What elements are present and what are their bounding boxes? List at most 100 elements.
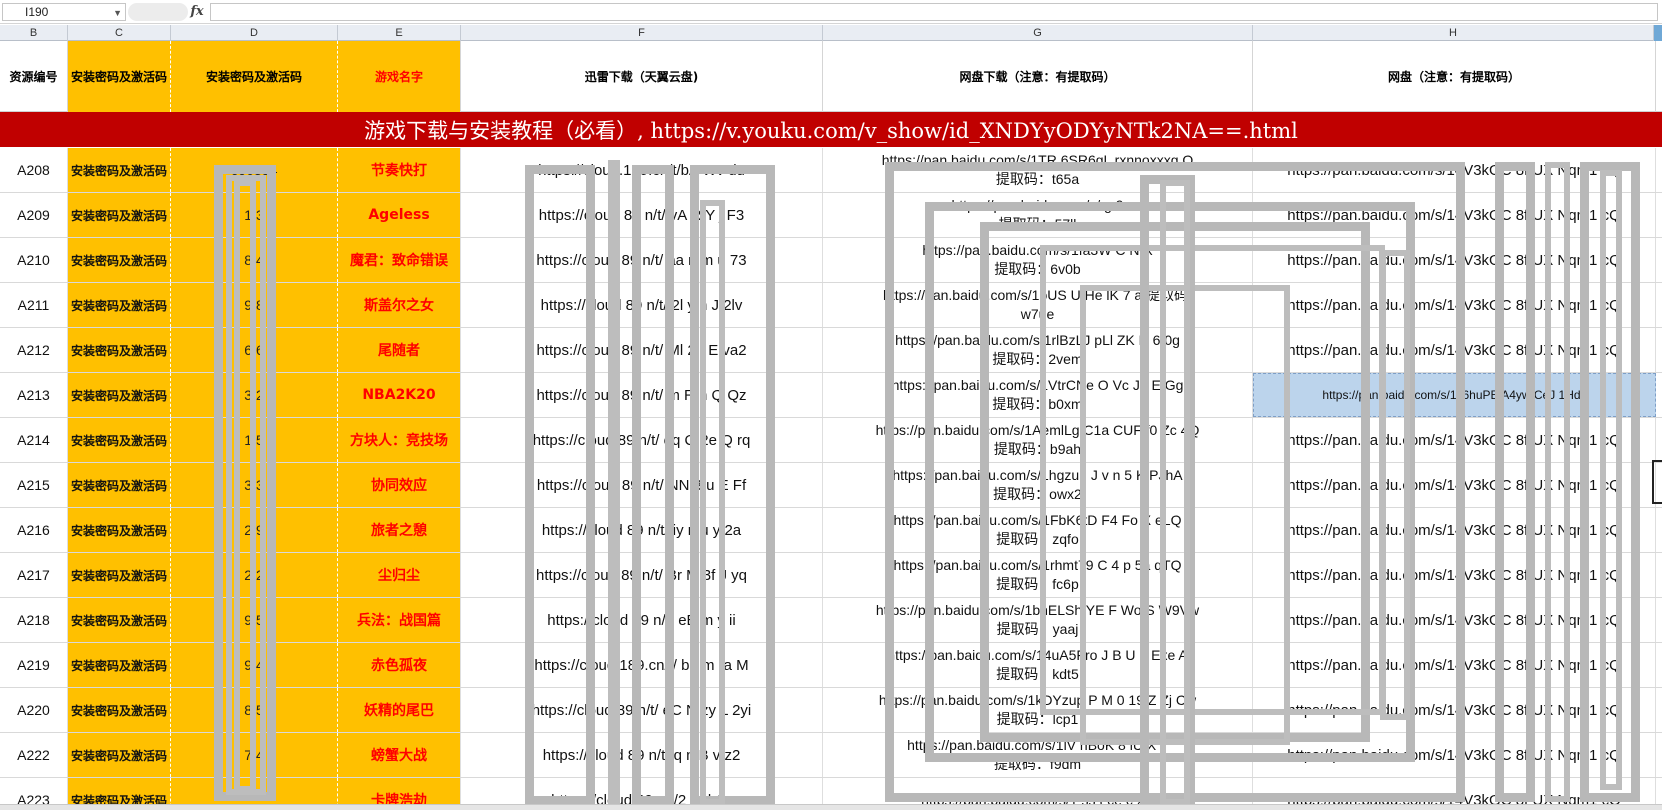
cell-game-name[interactable]: 尾随者 (338, 328, 461, 372)
column-header-c[interactable]: C (68, 25, 171, 41)
cell-resource-id[interactable]: A208 (0, 148, 68, 192)
cell-thunder-link[interactable]: https://cloud 89 n/t/ iy n u y 2a (461, 508, 823, 552)
cell-game-name[interactable]: 斯盖尔之女 (338, 283, 461, 327)
cell-netdisk-link-2[interactable]: https://pan.baidu.com/s/14V3kGC 8f UX Nq… (1253, 463, 1656, 507)
cell-resource-id[interactable]: A218 (0, 598, 68, 642)
cell-game-name[interactable]: 旅者之憩 (338, 508, 461, 552)
cell-password-code[interactable]: 7 4 (171, 733, 338, 777)
cell-thunder-link[interactable]: https://cloud.189.cn/t/ ba m ra M (461, 643, 823, 687)
cell-resource-id[interactable]: A216 (0, 508, 68, 552)
header-cell-thunder-download[interactable]: 迅雷下载（天翼云盘) (461, 41, 823, 112)
chevron-down-icon[interactable]: ▼ (113, 5, 122, 21)
cell-password-code[interactable]: 9 4 (171, 643, 338, 687)
cell-password-code[interactable]: 9 5 (171, 598, 338, 642)
cell-game-name[interactable]: 赤色孤夜 (338, 643, 461, 687)
formula-input[interactable] (210, 3, 1658, 21)
cell-resource-id[interactable]: A219 (0, 643, 68, 687)
column-header-f[interactable]: F (461, 25, 823, 41)
header-cell-password-2[interactable]: 安装密码及激活码 (171, 41, 338, 112)
cell-thunder-link[interactable]: https://cloud 89 n/t/ 2l y n J 2lv (461, 283, 823, 327)
cell-game-name[interactable]: 尘归尘 (338, 553, 461, 597)
cell-netdisk-link[interactable]: https://pan.baidu.com/s/1FbK6tD F4 Fo X … (823, 508, 1253, 552)
cell-thunder-link[interactable]: https://cloud 89 n/t/fq n B v z2 (461, 733, 823, 777)
cell-password-label[interactable]: 安装密码及激活码 (68, 418, 171, 462)
cell-thunder-link[interactable]: https://cloud 89 n/t/ eq Q 2e Q rq (461, 418, 823, 462)
cell-password-label[interactable]: 安装密码及激活码 (68, 463, 171, 507)
cell-game-name[interactable]: 节奏快打 (338, 148, 461, 192)
cell-password-code[interactable]: 9 8 (171, 283, 338, 327)
cell-thunder-link[interactable]: https://cloud 89 n/t/ aa n m u 73 (461, 238, 823, 282)
cell-netdisk-link-2[interactable]: https://pan.baidu.com/s/14V3kGC 8f UX Nq… (1253, 643, 1656, 687)
cell-thunder-link[interactable]: https://cloud 89 n/t/ eC N zy L 2yi (461, 688, 823, 732)
cell-netdisk-link[interactable]: https://pan.baidu.com/s/1rlBzLJ pLl ZK H… (823, 328, 1253, 372)
cell-password-code[interactable]: 8 5 (171, 688, 338, 732)
cell-password-label[interactable]: 安装密码及激活码 (68, 508, 171, 552)
cell-resource-id[interactable]: A209 (0, 193, 68, 237)
cell-netdisk-link[interactable]: https://pan.baidu.com/s/1hgzuu J v n 5 K… (823, 463, 1253, 507)
header-cell-password[interactable]: 安装密码及激活码 (68, 41, 171, 112)
cell-netdisk-link-2[interactable]: https://pan.baidu.com/s/14V3kGC 8f UX Nq… (1253, 238, 1656, 282)
cell-thunder-link[interactable]: https://cloud 89 n/t/ NN 3 u E Ff (461, 463, 823, 507)
cell-password-code[interactable]: 3 3 (171, 463, 338, 507)
cell-netdisk-link[interactable]: https://pan.baidu.com/s/14uA5Fro J B U p… (823, 643, 1253, 687)
cell-netdisk-link-2[interactable]: https://pan.baidu.com/s/14V3kGC 8f UX Nq… (1253, 193, 1656, 237)
header-cell-id[interactable]: 资源编号 (0, 41, 68, 112)
cell-password-code[interactable]: 2 2 (171, 553, 338, 597)
cell-netdisk-link-2[interactable]: https://pan.baidu.com/s/14V3kGC 8f UX Nq… (1253, 283, 1656, 327)
cell-netdisk-link[interactable]: https://pan.baidu.com/s/1rhmt79 C 4 p 5a… (823, 553, 1253, 597)
cell-password-label[interactable]: 安装密码及激活码 (68, 733, 171, 777)
cell-resource-id[interactable]: A210 (0, 238, 68, 282)
cell-game-name[interactable]: Ageless (338, 193, 461, 237)
cell-game-name[interactable]: 方块人：竞技场 (338, 418, 461, 462)
cell-resource-id[interactable]: A217 (0, 553, 68, 597)
header-cell-game-name[interactable]: 游戏名字 (338, 41, 461, 112)
cell-password-label[interactable]: 安装密码及激活码 (68, 283, 171, 327)
cell-password-label[interactable]: 安装密码及激活码 (68, 238, 171, 282)
header-cell-netdisk-download[interactable]: 网盘下载（注意：有提取码） (823, 41, 1253, 112)
cell-game-name[interactable]: 妖精的尾巴 (338, 688, 461, 732)
cell-password-label[interactable]: 安装密码及激活码 (68, 328, 171, 372)
cell-netdisk-link[interactable]: https://pan.baidu.com/s/1oUS UfHe lK 7 a… (823, 283, 1253, 327)
cell-netdisk-link[interactable]: https://pan.baidu.com/s/1fa3W C N X 提取码：… (823, 238, 1253, 282)
cell-password-code[interactable]: 6 6 (171, 328, 338, 372)
cell-netdisk-link-2[interactable]: https://pan.baidu.com/s/14V3kGC 8f UX Nq… (1253, 328, 1656, 372)
cell-netdisk-link[interactable]: https://pan.baidu.com/s/1bnELSh YE F Wo … (823, 598, 1253, 642)
column-header-b[interactable]: B (0, 25, 68, 41)
tutorial-banner[interactable]: 游戏下载与安装教程（必看）, https://v.youku.com/v_sho… (0, 112, 1662, 147)
cell-netdisk-link[interactable]: https://pan.baidu.com/s/ g 9 提取码：57ll (823, 193, 1253, 237)
cell-resource-id[interactable]: A215 (0, 463, 68, 507)
cell-password-label[interactable]: 安装密码及激活码 (68, 643, 171, 687)
header-cell-netdisk[interactable]: 网盘（注意：有提取码） (1253, 41, 1656, 112)
cell-thunder-link[interactable]: https://cloud 89 n/t/ vA R Y j F3 (461, 193, 823, 237)
cell-game-name[interactable]: 魔君：致命错误 (338, 238, 461, 282)
cell-game-name[interactable]: 兵法：战国篇 (338, 598, 461, 642)
cell-netdisk-link-2[interactable]: https://pan.baidu.com/s/14V3kGC 8f UX Nq… (1253, 688, 1656, 732)
cell-netdisk-link[interactable]: https://pan.baidu.com/s/1lV nBoK 8 lU X … (823, 733, 1253, 777)
cell-resource-id[interactable]: A213 (0, 373, 68, 417)
cell-password-code[interactable]: 2 9 (171, 508, 338, 552)
cell-password-label[interactable]: 安装密码及激活码 (68, 193, 171, 237)
cell-netdisk-link-2[interactable]: https://pan.baidu.com/s/14V3kGC 8f UX Nq… (1253, 418, 1656, 462)
cell-netdisk-link[interactable]: https://pan.baidu.com/s/1TR 6SR6gL rxnno… (823, 148, 1253, 192)
cell-netdisk-link[interactable]: https://pan.baidu.com/s/1AemlLg C1a CUF … (823, 418, 1253, 462)
cell-netdisk-link-2[interactable]: https://pan.baidu.com/s/14V3kGC 8f UX Nq… (1253, 508, 1656, 552)
sheet-tabs-strip[interactable] (0, 804, 1662, 810)
cell-password-code[interactable]: 1 3 (171, 193, 338, 237)
cell-resource-id[interactable]: A222 (0, 733, 68, 777)
name-box[interactable]: I190 ▼ (2, 3, 126, 21)
cell-password-code[interactable]: 8 4 (171, 238, 338, 282)
column-header-e[interactable]: E (338, 25, 461, 41)
cell-password-code[interactable]: 690554 (171, 148, 338, 192)
cell-thunder-link[interactable]: https://cloud 89 n/t/ Br M 3f J yq (461, 553, 823, 597)
cell-netdisk-link-2[interactable]: https://pan.baidu.com/s/14V3kGC 8f UX Nq… (1253, 598, 1656, 642)
cell-netdisk-link-2[interactable]: https://pan.baidu.com/s/14V3kGC 8f UX Nq… (1253, 553, 1656, 597)
cell-thunder-link[interactable]: https://cloud 89 n/t/ eB m y ii (461, 598, 823, 642)
cell-netdisk-link[interactable]: https://pan.baidu.com/s/1VtrCNe O Vc J1 … (823, 373, 1253, 417)
cell-resource-id[interactable]: A220 (0, 688, 68, 732)
cell-password-label[interactable]: 安装密码及激活码 (68, 553, 171, 597)
column-header-g[interactable]: G (823, 25, 1253, 41)
column-header-h[interactable]: H (1253, 25, 1654, 41)
cell-game-name[interactable]: 螃蟹大战 (338, 733, 461, 777)
cell-netdisk-link-2[interactable]: https://pan.baidu.com/s/14V3kGC 8f UX Nq… (1253, 148, 1656, 192)
cell-game-name[interactable]: 协同效应 (338, 463, 461, 507)
